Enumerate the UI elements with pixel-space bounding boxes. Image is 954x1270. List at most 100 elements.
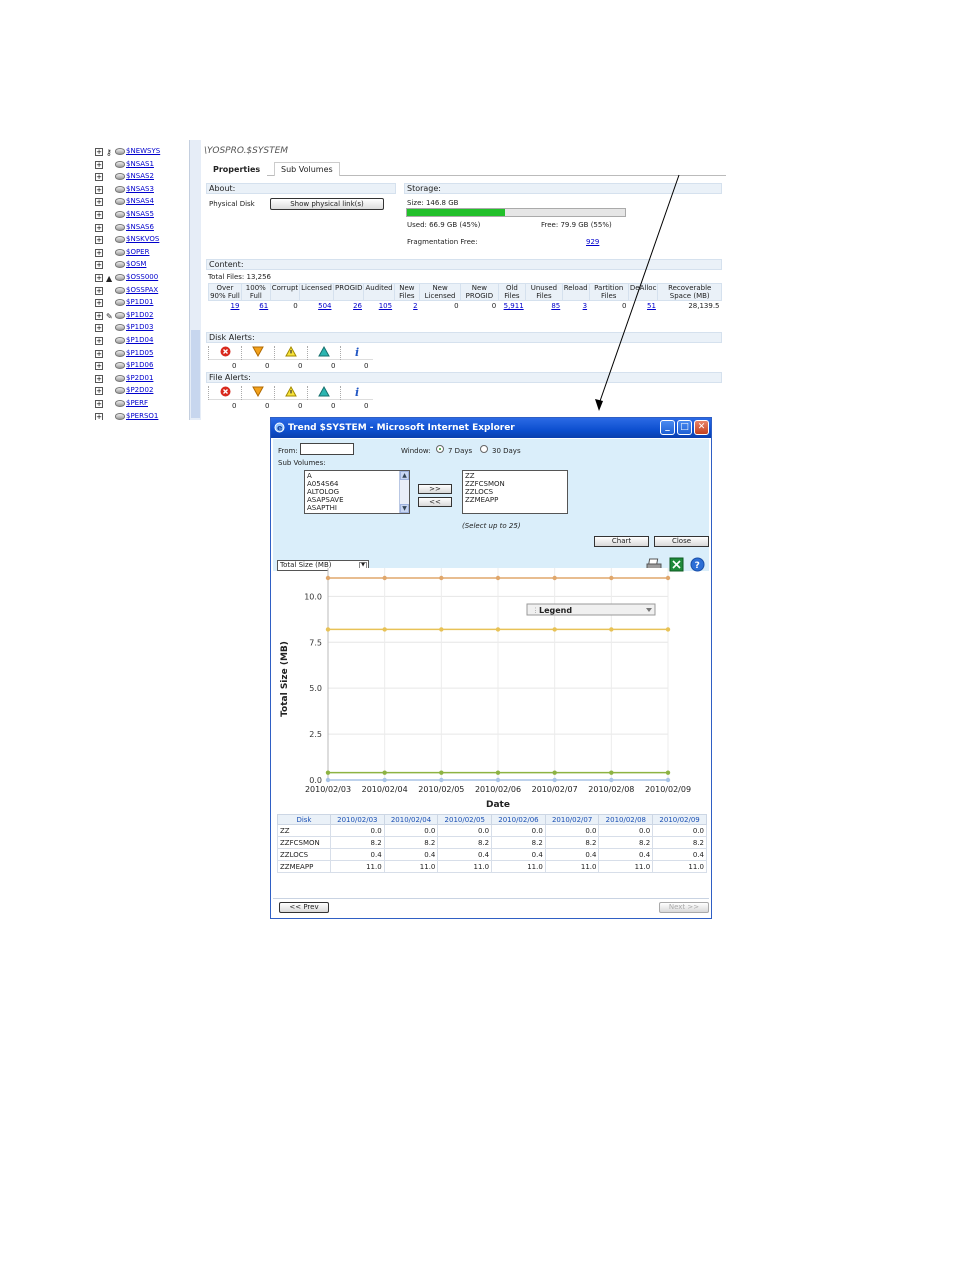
expand-icon[interactable]: + [95,387,103,396]
date-column-header: 2010/02/04 [383,814,439,825]
expand-icon[interactable]: + [95,211,103,219]
content-value[interactable]: 26 [334,301,364,312]
legend-label: Legend [539,606,572,615]
expand-icon[interactable]: + [95,274,103,282]
expand-icon[interactable]: + [95,160,103,169]
content-value[interactable]: 5,911 [498,301,525,312]
content-value[interactable]: 85 [526,301,563,312]
tree-item-label[interactable]: $NEWSYS [126,147,160,155]
disk-icon [115,412,125,420]
content-value[interactable]: 19 [209,301,242,312]
tree-item-label[interactable]: $P1D02 [126,311,153,319]
alert-icon-row: i [208,345,373,360]
tree-item-label[interactable]: $NSKVOS [126,235,159,243]
x-tick-label: 2010/02/05 [418,785,464,794]
tree-item-label[interactable]: $NSAS3 [126,185,154,193]
next-button[interactable]: Next >> [659,902,709,913]
tree-scroll-thumb[interactable] [191,330,200,418]
data-point [439,627,444,632]
show-physical-links-button[interactable]: Show physical link(s) [270,198,384,210]
y-tick-label: 2.5 [309,730,322,739]
volume-path: \YOSPRO.$SYSTEM [204,146,289,156]
expand-icon[interactable]: + [95,173,103,182]
data-point [552,770,557,775]
tree-item-label[interactable]: $NSAS6 [126,223,154,231]
tree-item-label[interactable]: $P1D04 [126,336,153,344]
tree-item-label[interactable]: $OSSPAX [126,286,158,294]
tree-item-label[interactable]: $P1D03 [126,323,153,331]
content-value[interactable]: 105 [364,301,394,312]
expand-icon[interactable]: + [95,400,103,408]
tab-sub-volumes[interactable]: Sub Volumes [274,162,340,176]
warning-icon [274,345,307,360]
expand-icon[interactable]: + [95,261,103,270]
tree-item-label[interactable]: $NSAS4 [126,197,154,205]
table-row: ZZ 0.0 0.0 0.0 0.0 0.0 0.0 0.0 [277,824,707,837]
table-row: ZZFCSMON 8.2 8.2 8.2 8.2 8.2 8.2 8.2 [277,836,707,849]
expand-icon[interactable]: + [95,311,103,320]
disk-name-cell: ZZFCSMON [277,836,331,849]
content-column-header: New Licensed [419,283,462,301]
tree-item-label[interactable]: $P1D01 [126,298,153,306]
tree-item-label[interactable]: $P2D01 [126,374,153,382]
disk-icon [115,387,125,395]
content-column-header: Licensed [299,283,334,301]
tree-item-label[interactable]: $P1D06 [126,361,153,369]
expand-icon[interactable]: + [95,299,103,308]
value-cell: 8.2 [437,836,493,849]
tree-item-label[interactable]: $P2D02 [126,386,153,394]
tree-item-label[interactable]: $OSS000 [126,273,158,281]
value-cell: 11.0 [329,860,385,873]
value-cell: 0.4 [544,848,600,861]
expand-icon[interactable]: + [95,349,103,358]
data-point [439,777,444,783]
expand-icon[interactable]: + [95,412,103,420]
detail-tabs: Properties Sub Volumes [206,162,726,176]
tree-item-label[interactable]: $NSAS5 [126,210,154,218]
tree-item-label[interactable]: $PERF [126,399,148,407]
y-tick-label: 5.0 [309,684,322,693]
expand-icon[interactable]: + [95,148,103,156]
alert-count: 0 [331,402,336,410]
expand-icon[interactable]: + [95,185,103,194]
disk-icon [115,236,125,244]
value-cell: 8.2 [652,836,707,849]
critical-icon [208,346,241,360]
tri-status-icon: ▲ [106,274,113,283]
disk-name-cell: ZZLOCS [277,848,331,861]
value-cell: 0.0 [383,824,439,837]
expand-icon[interactable]: + [95,324,103,333]
content-value[interactable]: 3 [562,301,589,312]
prev-button[interactable]: << Prev [279,902,329,913]
content-value[interactable]: 61 [241,301,270,312]
tree-item-label[interactable]: $NSAS1 [126,160,154,168]
table-header-row: Disk 2010/02/03 2010/02/04 2010/02/05 2010/0… [277,814,707,825]
expand-icon[interactable]: + [95,236,103,245]
alert-count: 0 [331,362,336,370]
tree-item-label[interactable]: $OPER [126,248,149,256]
tree-scrollbar[interactable] [189,140,201,420]
expand-icon[interactable]: + [95,248,103,257]
data-point [439,770,444,775]
tree-item-label[interactable]: $OSM [126,260,146,268]
expand-icon[interactable]: + [95,362,103,371]
content-value[interactable]: 2 [394,301,420,312]
tree-item-label[interactable]: $PERSO1 [126,412,158,420]
major-icon [241,346,274,360]
expand-icon[interactable]: + [95,374,103,383]
table-row: ZZLOCS 0.4 0.4 0.4 0.4 0.4 0.4 0.4 [277,848,707,861]
y-tick-label: 10.0 [304,592,322,601]
content-column-header: Audited [363,283,395,301]
value-cell: 0.0 [437,824,493,837]
disk-name-cell: ZZ [277,824,331,837]
expand-icon[interactable]: + [95,337,103,345]
content-value[interactable]: 504 [300,301,334,312]
expand-icon[interactable]: + [95,198,103,207]
tree-item-label[interactable]: $P1D05 [126,349,153,357]
expand-icon[interactable]: + [95,223,103,232]
content-value: 0 [454,302,459,310]
expand-icon[interactable]: + [95,286,103,295]
value-cell: 0.0 [491,824,546,837]
tab-properties[interactable]: Properties [206,162,268,176]
tree-item-label[interactable]: $NSAS2 [126,172,154,180]
